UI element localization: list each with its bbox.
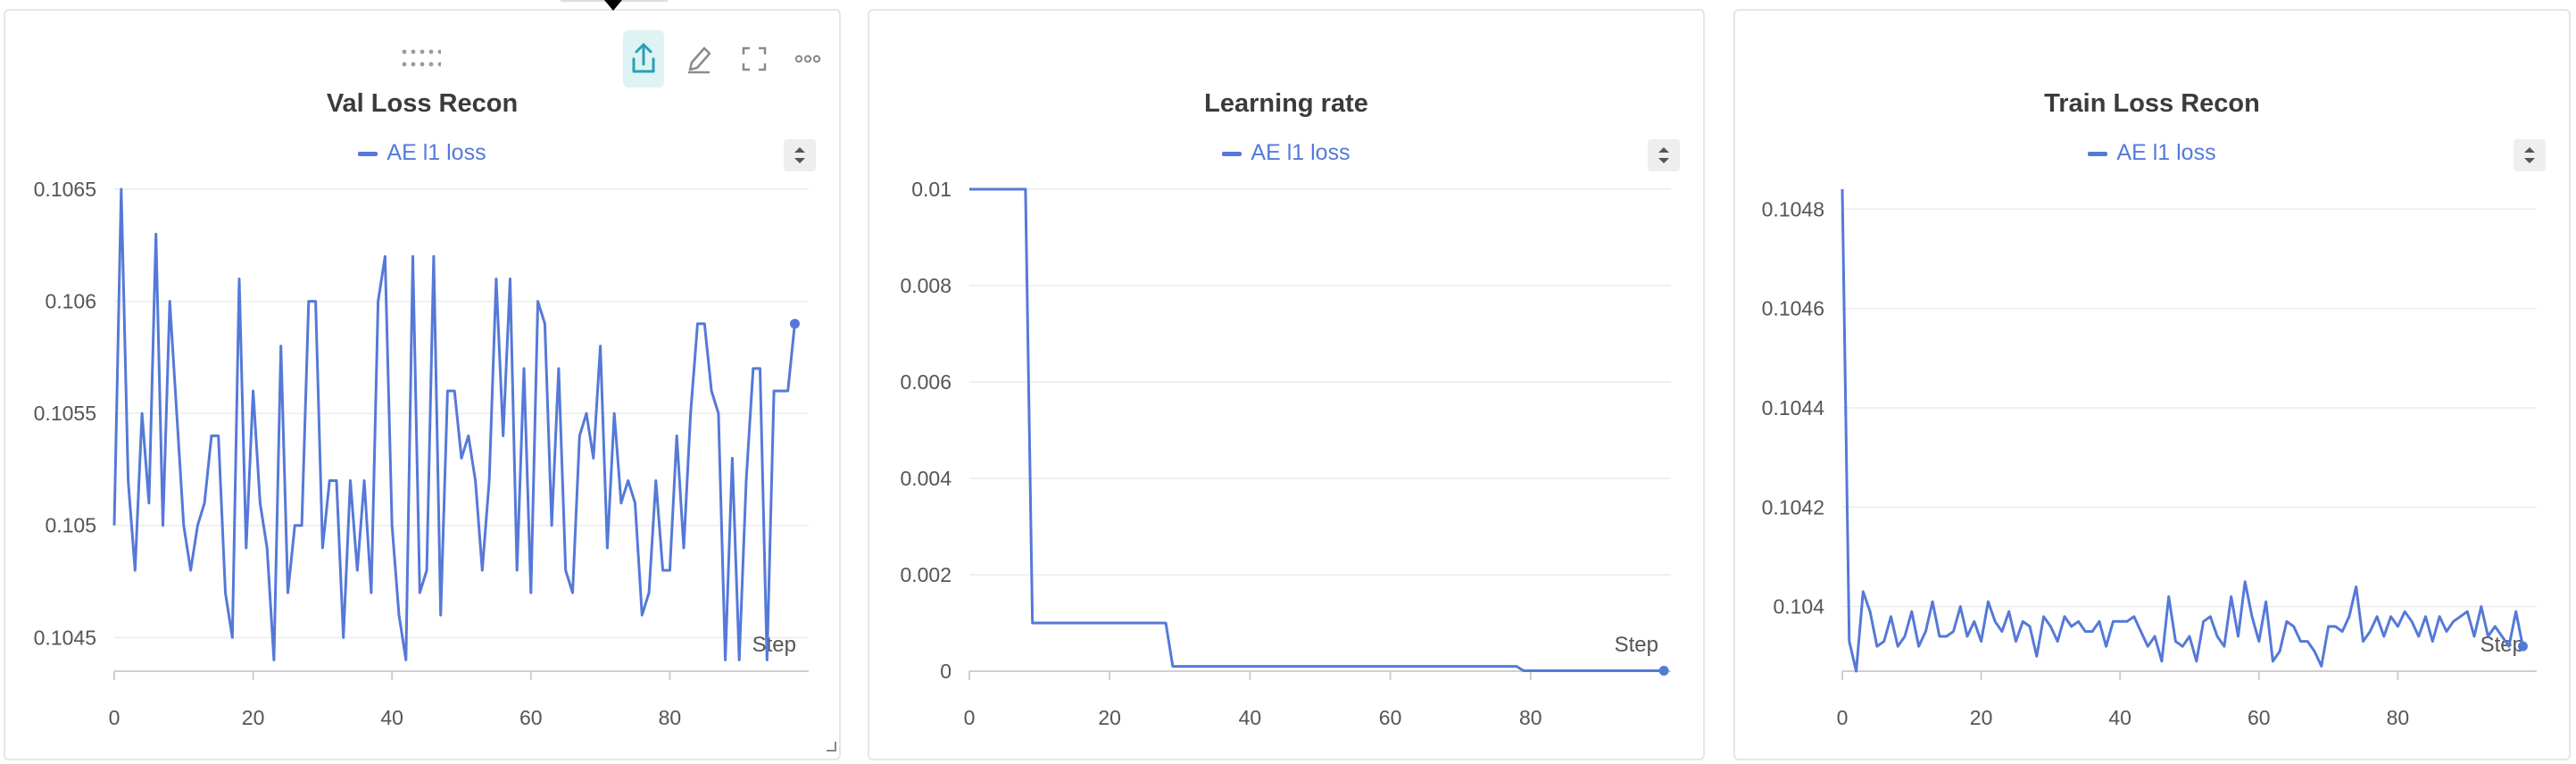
y-tick-label: 0.1046: [1762, 297, 1824, 320]
x-tick-label: 60: [1379, 706, 1402, 729]
y-tick-label: 0.006: [900, 370, 951, 394]
y-tick-label: 0.1044: [1762, 396, 1825, 419]
x-tick-label: 20: [242, 706, 265, 729]
series-end-point: [2517, 641, 2528, 652]
y-tick-label: 0.1065: [34, 178, 96, 201]
x-axis-label: Step: [1615, 633, 1658, 657]
train-loss-chart: 0.1040.10420.10440.10460.10480 20 40 60 80St…: [1762, 188, 2537, 729]
x-tick-label: 0: [964, 706, 976, 729]
x-tick-label: 80: [659, 706, 682, 729]
tooltip-pointer: [561, 0, 668, 11]
series-end-point: [789, 319, 800, 329]
x-tick-label: 80: [2387, 706, 2410, 729]
x-tick-label: 40: [2108, 706, 2131, 729]
x-tick-label: 0: [1837, 706, 1849, 729]
y-tick-label: 0.1042: [1762, 495, 1824, 519]
x-tick-label: 20: [1970, 706, 1993, 729]
series-line: [969, 187, 1665, 672]
learning-rate-chart: 0 0.002 0.004 0.006 0.008 0.01 0 20 40 60 80 Step: [900, 178, 1671, 729]
y-tick-label: 0.104: [1773, 595, 1824, 619]
y-tick-label: 0.01: [911, 178, 951, 201]
resize-handle-icon[interactable]: [823, 738, 837, 757]
y-tick-label: 0.008: [900, 274, 951, 297]
x-axis-label: Step: [752, 633, 796, 657]
series-line: [112, 187, 796, 661]
y-tick-label: 0.1055: [34, 402, 96, 425]
y-tick-label: 0.1045: [34, 626, 96, 649]
x-tick-label: 60: [519, 706, 543, 729]
y-tick-label: 0.106: [45, 290, 96, 313]
y-tick-label: 0.002: [900, 563, 951, 586]
series-end-point: [1658, 665, 1669, 676]
y-tick-label: 0.105: [45, 514, 96, 537]
x-tick-label: 0: [109, 706, 120, 729]
y-tick-label: 0: [940, 660, 951, 683]
x-tick-label: 40: [1239, 706, 1262, 729]
x-tick-label: 60: [2248, 706, 2271, 729]
chart-panel-val-loss[interactable]: Val Loss Recon AE l1 loss 0.1045 0.105 0.1…: [4, 9, 841, 760]
val-loss-chart: 0.1045 0.105 0.1055 0.106 0.1065 0 20 40 60 80 Ste…: [34, 178, 809, 729]
chart-panel-learning-rate[interactable]: Learning rate AE l1 loss 0 0.002 0.004 0.00…: [868, 9, 1705, 760]
y-tick-label: 0.1048: [1762, 197, 1824, 220]
x-tick-label: 80: [1519, 706, 1542, 729]
x-tick-label: 20: [1098, 706, 1121, 729]
x-tick-label: 40: [380, 706, 403, 729]
series-line: [1841, 188, 2524, 673]
y-tick-label: 0.004: [900, 467, 951, 490]
chart-panel-train-loss[interactable]: Train Loss Recon AE l1 loss 0.104 0.1042 0…: [1733, 9, 2571, 760]
